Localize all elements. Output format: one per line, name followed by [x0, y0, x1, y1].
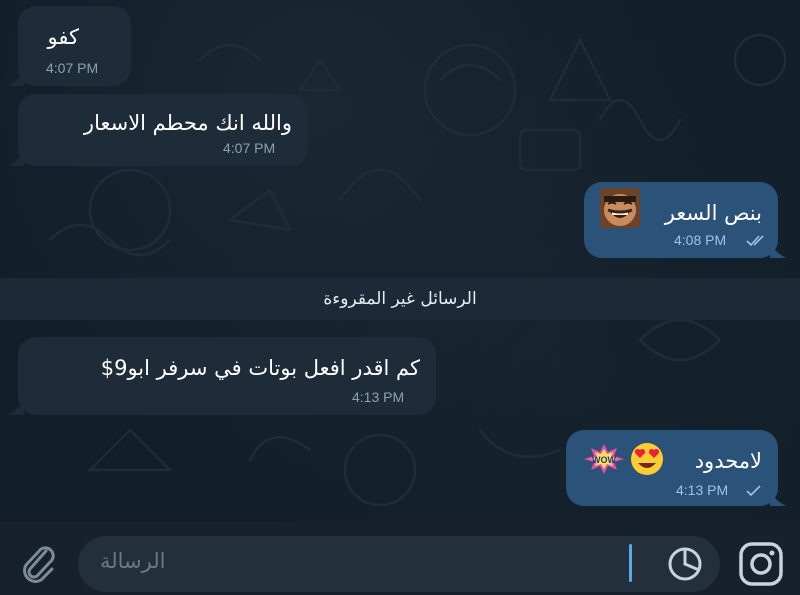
message-time: 4:13 PM: [676, 482, 729, 498]
message-bubble-outgoing[interactable]: بنص السعر 4:08 PM: [584, 182, 778, 258]
bubble-tail: [8, 150, 24, 166]
unread-messages-divider: الرسائل غير المقروءة: [0, 278, 800, 320]
message-bubble-incoming[interactable]: كفو 4:07 PM: [18, 6, 131, 86]
message-time: 4:07 PM: [223, 140, 276, 156]
message-text: والله انك محطم الاسعار: [83, 111, 292, 135]
chat-background: كفو 4:07 PM والله انك محطم الاسعار 4:07 …: [0, 0, 800, 522]
message-input[interactable]: [78, 536, 720, 592]
message-time: 4:08 PM: [674, 232, 727, 248]
message-time: 4:07 PM: [46, 60, 99, 76]
bubble-tail: [8, 70, 24, 86]
message-text: بنص السعر: [664, 201, 762, 225]
message-bubble-incoming[interactable]: كم اقدر افعل بوتات في سرفر ابو9$ 4:13 PM: [18, 337, 436, 415]
wow-sticker-text: WOW: [592, 455, 616, 465]
message-input-placeholder: الرسالة: [100, 549, 166, 573]
camera-instagram-icon[interactable]: [736, 539, 786, 589]
message-text: كفو: [47, 25, 79, 49]
sticker-emoji-icon[interactable]: [665, 544, 705, 584]
wow-sticker: WOW: [584, 444, 624, 474]
double-check-icon: [746, 235, 764, 247]
single-check-icon: [746, 485, 761, 497]
message-text: لامحدود: [694, 449, 762, 473]
message-text: كم اقدر افعل بوتات في سرفر ابو9$: [100, 356, 420, 380]
message-bubble-outgoing[interactable]: WOW لامحدود 4:13 PM: [566, 430, 778, 506]
text-caret: [629, 544, 632, 582]
message-bubble-incoming[interactable]: والله انك محطم الاسعار 4:07 PM: [18, 94, 308, 166]
bubble-tail: [770, 490, 786, 506]
laughing-face-emoji: [600, 188, 640, 228]
heart-eyes-emoji: [631, 443, 663, 475]
attach-paperclip-icon[interactable]: [18, 541, 58, 585]
bubble-tail: [8, 399, 24, 415]
bubble-tail: [770, 242, 786, 258]
unread-divider-label: الرسائل غير المقروءة: [323, 289, 477, 309]
message-time: 4:13 PM: [352, 389, 405, 405]
